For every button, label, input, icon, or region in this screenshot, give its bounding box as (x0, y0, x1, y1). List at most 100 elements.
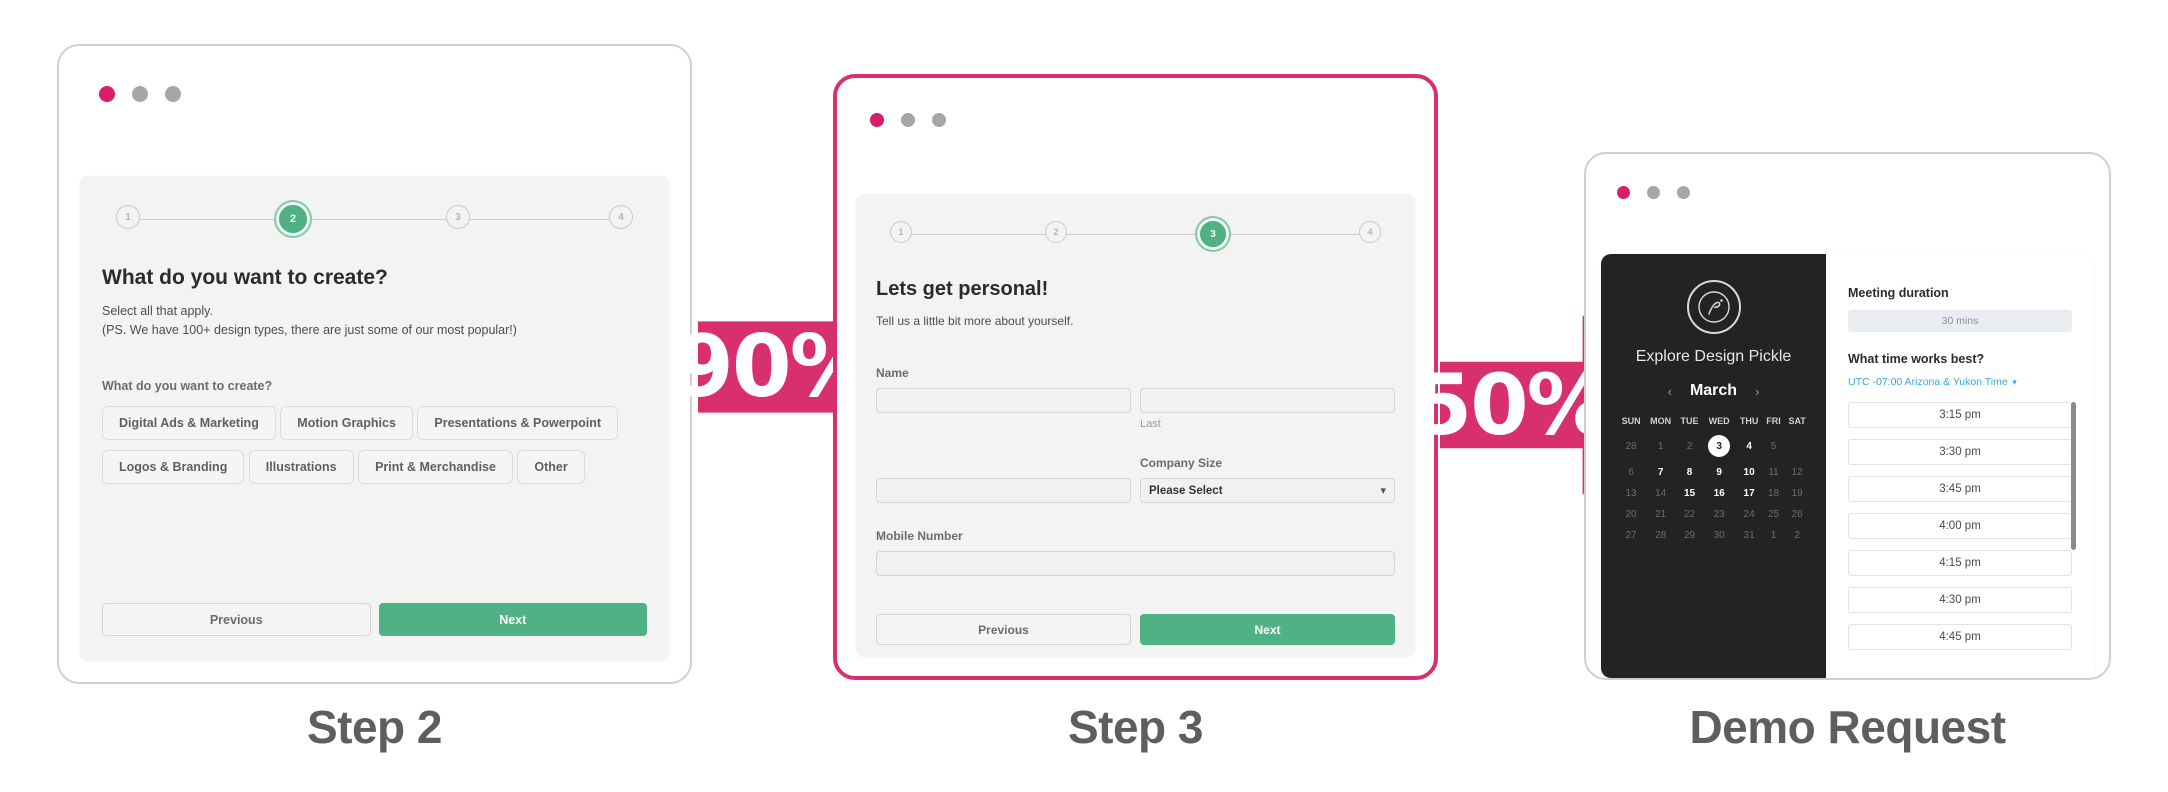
step2-form-card: 1 2 3 4 What do you want to create? Sele… (80, 176, 669, 660)
calendar-day[interactable]: 7 (1645, 462, 1676, 483)
previous-button-label: Previous (978, 622, 1029, 637)
calendar-weekday-row: SUN MON TUE WED THU FRI SAT (1617, 412, 1810, 430)
calendar-day[interactable]: 5 (1763, 430, 1784, 462)
calendar-day[interactable]: 21 (1645, 504, 1676, 525)
last-name-sublabel: Last (1140, 418, 1161, 430)
option-chip[interactable]: Motion Graphics (280, 406, 413, 440)
option-chip[interactable]: Logos & Branding (102, 450, 245, 484)
calendar-day[interactable]: 29 (1676, 525, 1703, 546)
window-dot-minimize-icon[interactable] (901, 113, 915, 127)
option-chip[interactable]: Other (517, 450, 585, 484)
stepper-node-4[interactable]: 4 (609, 205, 633, 229)
calendar-day[interactable]: 2 (1784, 525, 1810, 546)
calendar-day[interactable]: 11 (1763, 462, 1784, 483)
option-chip[interactable]: Digital Ads & Marketing (102, 406, 276, 440)
previous-button[interactable]: Previous (102, 603, 371, 636)
window-dot-close-icon[interactable] (870, 113, 884, 127)
calendar-day[interactable]: 2 (1676, 430, 1703, 462)
step2-stepper: 1 2 3 4 (116, 202, 633, 236)
previous-button[interactable]: Previous (876, 614, 1131, 645)
calendar-day[interactable]: 30 (1703, 525, 1736, 546)
calendar-day[interactable]: 28 (1617, 430, 1645, 462)
window-dot-maximize-icon[interactable] (1677, 186, 1690, 199)
window-dot-maximize-icon[interactable] (165, 86, 181, 102)
calendar-day[interactable]: 4 (1735, 430, 1762, 462)
time-slot[interactable]: 4:30 pm (1848, 587, 2072, 613)
calendar-week-row: 20 21 22 23 24 25 26 (1617, 504, 1810, 525)
calendar-day[interactable]: 6 (1617, 462, 1645, 483)
option-chip-label: Digital Ads & Marketing (119, 416, 259, 430)
time-slot[interactable]: 3:45 pm (1848, 476, 2072, 502)
company-left-input[interactable] (876, 478, 1131, 503)
window-dot-maximize-icon[interactable] (932, 113, 946, 127)
time-slot-label: 4:45 pm (1939, 631, 1981, 643)
calendar-day-selected[interactable]: 3 (1703, 430, 1736, 462)
calendar-day[interactable]: 9 (1703, 462, 1736, 483)
calendar-day[interactable]: 1 (1645, 430, 1676, 462)
next-button[interactable]: Next (1140, 614, 1395, 645)
stepper-node-1[interactable]: 1 (116, 205, 140, 229)
time-slot[interactable]: 4:45 pm (1848, 624, 2072, 650)
calendar-body: 28 1 2 3 4 5 6 7 8 9 10 11 12 13 14 15 1… (1617, 430, 1810, 546)
time-slot[interactable]: 4:00 pm (1848, 513, 2072, 539)
step2-subtitle-line2: (PS. We have 100+ design types, there ar… (102, 323, 517, 337)
time-slot[interactable]: 3:30 pm (1848, 439, 2072, 465)
calendar-day[interactable]: 12 (1784, 462, 1810, 483)
window-dot-minimize-icon[interactable] (1647, 186, 1660, 199)
calendar-day[interactable]: 31 (1735, 525, 1762, 546)
calendar-day[interactable]: 19 (1784, 483, 1810, 504)
calendar-day[interactable]: 10 (1735, 462, 1762, 483)
timezone-label: UTC -07:00 Arizona & Yukon Time (1848, 376, 2008, 388)
stepper-node-2[interactable]: 2 (279, 205, 307, 233)
calendar-day[interactable]: 27 (1617, 525, 1645, 546)
calendar-day[interactable]: 22 (1676, 504, 1703, 525)
next-button[interactable]: Next (378, 603, 647, 636)
calendar-day[interactable]: 17 (1735, 483, 1762, 504)
calendar-day[interactable]: 24 (1735, 504, 1762, 525)
company-size-select[interactable]: Please Select (1140, 478, 1395, 503)
calendar-day[interactable]: 1 (1763, 525, 1784, 546)
window-dot-close-icon[interactable] (1617, 186, 1630, 199)
time-slot[interactable]: 4:15 pm (1848, 550, 2072, 576)
window-dot-minimize-icon[interactable] (132, 86, 148, 102)
calendar-day[interactable]: 8 (1676, 462, 1703, 483)
stepper-node-1[interactable]: 1 (890, 221, 912, 243)
first-name-input[interactable] (876, 388, 1131, 413)
stepper-node-4[interactable]: 4 (1359, 221, 1381, 243)
previous-button-label: Previous (209, 612, 263, 627)
weekday-header: SAT (1788, 416, 1806, 426)
time-slot[interactable]: 3:15 pm (1848, 402, 2072, 428)
calendar-day[interactable]: 15 (1676, 483, 1703, 504)
calendar-day[interactable]: 28 (1645, 525, 1676, 546)
calendar-day[interactable]: 18 (1763, 483, 1784, 504)
stepper-node-2[interactable]: 2 (1045, 221, 1067, 243)
timezone-selector[interactable]: UTC -07:00 Arizona & Yukon Time ▾ (1848, 372, 2072, 390)
chevron-right-icon[interactable]: › (1755, 384, 1759, 399)
window-demo-request: Explore Design Pickle ‹ March › SUN MON … (1584, 152, 2111, 680)
step2-options-list: Digital Ads & Marketing Motion Graphics … (102, 406, 647, 494)
time-slot-scrollbar[interactable] (2071, 402, 2076, 550)
time-slot-label: 3:45 pm (1939, 483, 1981, 495)
calendar-day[interactable]: 16 (1703, 483, 1736, 504)
mobile-number-input[interactable] (876, 551, 1395, 576)
stepper-node-3[interactable]: 3 (1200, 221, 1226, 247)
option-chip[interactable]: Presentations & Powerpoint (417, 406, 619, 440)
last-name-input[interactable] (1140, 388, 1395, 413)
option-chip[interactable]: Illustrations (248, 450, 354, 484)
mobile-number-label: Mobile Number (876, 529, 963, 543)
window-dot-close-icon[interactable] (99, 86, 115, 102)
option-chip[interactable]: Print & Merchandise (358, 450, 513, 484)
calendar-day[interactable]: 23 (1703, 504, 1736, 525)
time-slot-label: 4:00 pm (1939, 520, 1981, 532)
option-chip-label: Other (534, 460, 568, 474)
stepper-node-3[interactable]: 3 (446, 205, 470, 229)
calendar-day[interactable]: 20 (1617, 504, 1645, 525)
arrow-percent-label: 90% (674, 317, 876, 417)
calendar-day[interactable]: 25 (1763, 504, 1784, 525)
calendar-day[interactable]: 14 (1645, 483, 1676, 504)
calendar-day[interactable]: 26 (1784, 504, 1810, 525)
calendar-day[interactable]: 13 (1617, 483, 1645, 504)
chevron-left-icon[interactable]: ‹ (1668, 384, 1672, 399)
meeting-duration-value[interactable]: 30 mins (1848, 310, 2072, 332)
time-selection-panel: Meeting duration 30 mins What time works… (1826, 254, 2094, 678)
